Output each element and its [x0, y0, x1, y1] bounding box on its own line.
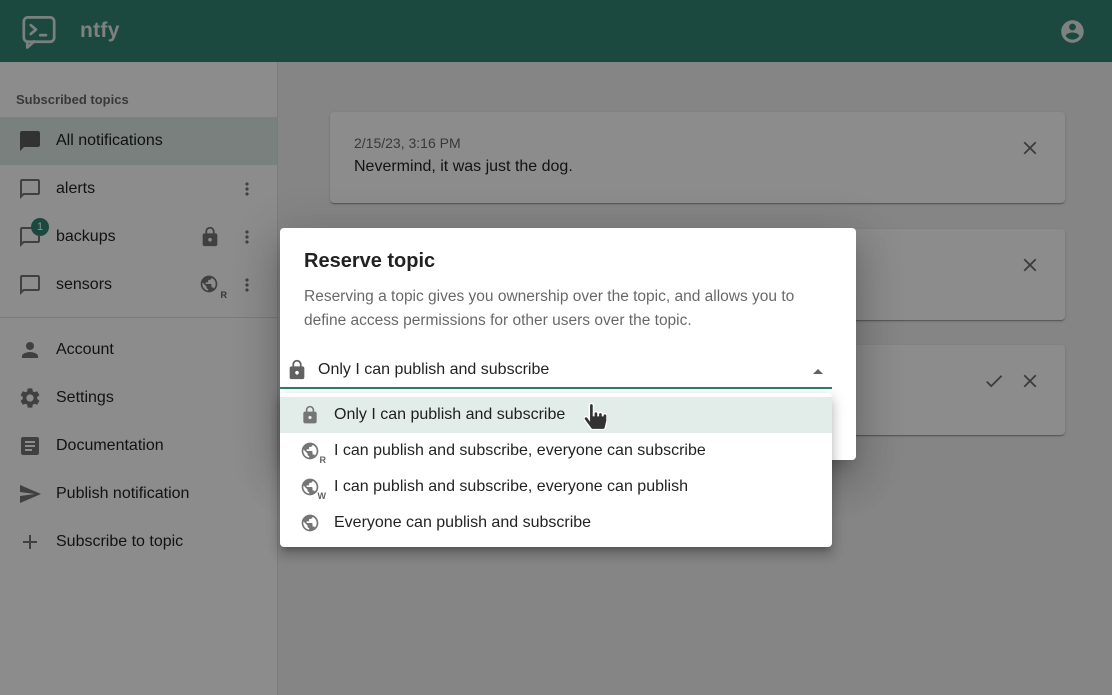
- option-label: Everyone can publish and subscribe: [334, 514, 591, 532]
- dialog-title: Reserve topic: [280, 228, 856, 285]
- arrow-drop-up-icon: [806, 360, 830, 384]
- option-only-i-can-publish-subscribe[interactable]: Only I can publish and subscribe: [280, 397, 832, 433]
- select-value: Only I can publish and subscribe: [318, 361, 549, 379]
- option-everyone-can-subscribe[interactable]: R I can publish and subscribe, everyone …: [280, 433, 832, 469]
- dialog-description: Reserving a topic gives you ownership ov…: [280, 285, 856, 333]
- access-select-menu: Only I can publish and subscribe R I can…: [280, 393, 832, 547]
- option-everyone-can-publish-subscribe[interactable]: Everyone can publish and subscribe: [280, 505, 832, 541]
- globe-write-icon: W: [300, 477, 320, 497]
- globe-icon: [300, 513, 320, 533]
- option-everyone-can-publish[interactable]: W I can publish and subscribe, everyone …: [280, 469, 832, 505]
- option-label: I can publish and subscribe, everyone ca…: [334, 442, 706, 460]
- option-label: Only I can publish and subscribe: [334, 406, 565, 424]
- lock-icon: [286, 359, 308, 381]
- access-select[interactable]: Only I can publish and subscribe: [280, 353, 832, 389]
- globe-sub-letter: W: [318, 491, 327, 501]
- option-label: I can publish and subscribe, everyone ca…: [334, 478, 688, 496]
- lock-icon: [300, 405, 320, 425]
- globe-sub-letter: R: [320, 455, 327, 465]
- globe-read-icon: R: [300, 441, 320, 461]
- ntfy-app: ntfy Subscribed topics All notifications: [0, 0, 1112, 695]
